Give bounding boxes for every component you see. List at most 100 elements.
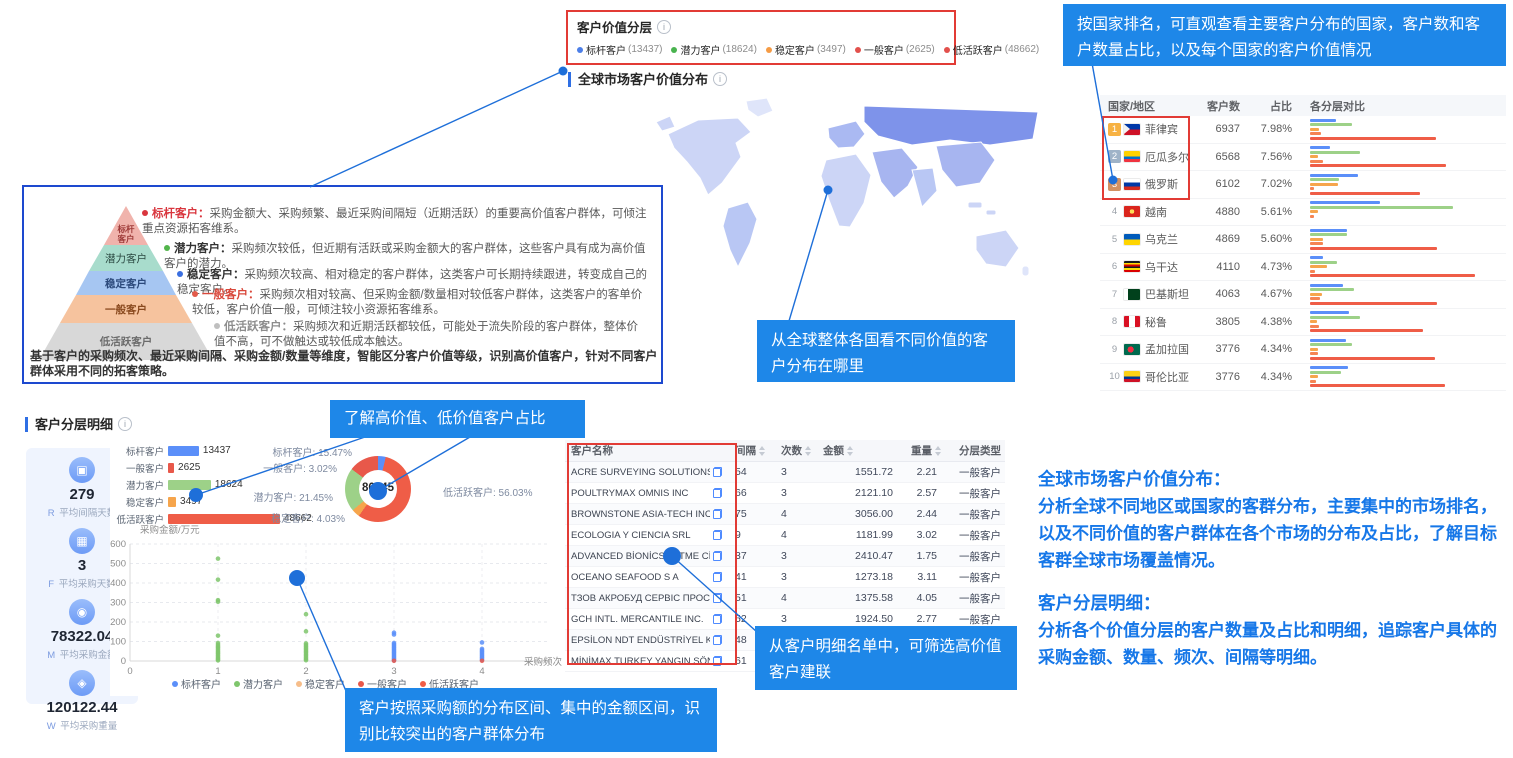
customer-name-cell[interactable]: BROWNSTONE ASIA-TECH INC.: [565, 509, 725, 520]
callout-donut: 了解高价值、低价值客户占比: [330, 400, 585, 438]
legend-item[interactable]: 一般客户(2625): [855, 42, 935, 57]
sort-icon[interactable]: [847, 446, 853, 456]
note-title: 客户分层明细：: [1038, 590, 1512, 617]
customer-interval: 66: [725, 487, 771, 499]
scatter-legend-item[interactable]: 标杆客户: [172, 676, 221, 691]
tier-bar: [1310, 183, 1338, 186]
bar-segment[interactable]: [168, 446, 199, 456]
legend-dot-icon: [855, 47, 861, 53]
country-name: 乌干达: [1145, 259, 1178, 275]
flag-icon-co: [1124, 371, 1140, 382]
scatter-point[interactable]: [304, 629, 309, 634]
bar-segment[interactable]: [168, 497, 176, 507]
y-tick-label: 100: [110, 637, 126, 648]
customer-header-1[interactable]: 间隔: [725, 443, 771, 458]
customer-name-cell[interactable]: ECOLOGIA Y CIENCIA SRL: [565, 530, 725, 541]
customer-weight: 2.21: [901, 466, 945, 478]
customer-weight: 1.75: [901, 550, 945, 562]
sort-icon[interactable]: [759, 446, 765, 456]
copy-icon[interactable]: [713, 656, 722, 666]
scatter-point[interactable]: [304, 612, 309, 617]
sort-icon[interactable]: [935, 446, 941, 456]
customer-name-cell[interactable]: ADVANCED BİONİCS İŞİTME CİHAZLARI TİCARE…: [565, 551, 725, 562]
copy-icon[interactable]: [713, 488, 722, 498]
country-name: 秘鲁: [1145, 314, 1167, 330]
annotation-notes: 全球市场客户价值分布：分析全球不同地区或国家的客群分布，主要集中的市场排名，以及…: [1038, 466, 1512, 687]
tier-bar: [1310, 352, 1318, 355]
legend-item[interactable]: 低活跃客户(48662): [944, 42, 1039, 57]
country-count: 6937: [1200, 123, 1250, 135]
bar-row: 潜力客户18624: [114, 479, 243, 490]
tier-bar: [1310, 192, 1420, 195]
copy-icon[interactable]: [713, 593, 722, 603]
copy-icon[interactable]: [713, 530, 722, 540]
bar-segment[interactable]: [168, 463, 174, 473]
customer-amount: 1273.18: [813, 571, 901, 583]
customer-name-cell[interactable]: GCH INTL. MERCANTILE INC.: [565, 614, 725, 625]
scatter-point[interactable]: [216, 599, 221, 604]
pyramid-desc-label: 一般客户：: [202, 289, 260, 301]
info-icon[interactable]: [118, 417, 132, 431]
pyramid-desc-label: 潜力客户：: [174, 243, 232, 255]
tier-bar: [1310, 238, 1323, 241]
rank-badge: 2: [1108, 150, 1121, 163]
legend-item[interactable]: 潜力客户(18624): [671, 42, 756, 57]
x-tick-label: 4: [479, 666, 484, 677]
legend-item[interactable]: 稳定客户(3497): [766, 42, 846, 57]
customer-times: 3: [771, 487, 813, 499]
scatter-point[interactable]: [480, 640, 485, 645]
scatter-point[interactable]: [216, 577, 221, 582]
detail-section-title: 客户分层明细: [25, 417, 132, 432]
country-count: 6568: [1200, 151, 1250, 163]
customer-name-cell[interactable]: ACRE SURVEYING SOLUTIONS PERU S A C AC: [565, 467, 725, 478]
copy-icon[interactable]: [713, 509, 722, 519]
scatter-point[interactable]: [392, 632, 397, 637]
tier-bar: [1310, 233, 1347, 236]
customer-header-4[interactable]: 重量: [901, 443, 945, 458]
bar-segment[interactable]: [168, 480, 211, 490]
bar-category-label: 潜力客户: [114, 478, 164, 492]
legend-dot-icon: [577, 47, 583, 53]
scatter-point[interactable]: [304, 658, 309, 663]
customer-row: ADVANCED BİONİCS İŞİTME CİHAZLARI TİCARE…: [565, 546, 1005, 567]
scatter-point[interactable]: [216, 556, 221, 561]
customer-name-cell[interactable]: MİNİMAX TURKEY YANGIN SÖNDÜRME SANAYİ VE…: [565, 656, 725, 667]
scatter-point[interactable]: [216, 633, 221, 638]
scatter-legend-item[interactable]: 潜力客户: [234, 676, 283, 691]
customer-name-cell[interactable]: EPSİLON NDT ENDÜSTRİYEL KONTROL SİSTEMLE…: [565, 635, 725, 646]
customer-interval: 37: [725, 550, 771, 562]
country-tier-bars: [1302, 255, 1506, 279]
scatter-point[interactable]: [480, 659, 485, 664]
customer-amount: 1375.58: [813, 592, 901, 604]
scatter-point[interactable]: [216, 658, 221, 663]
info-icon[interactable]: [657, 20, 671, 34]
legend-label: 潜力客户: [680, 42, 720, 57]
tier-bar: [1310, 316, 1360, 319]
scatter-legend-item[interactable]: 稳定客户: [296, 676, 345, 691]
country-header-count[interactable]: 客户数: [1200, 98, 1250, 114]
customer-header-2[interactable]: 次数: [771, 443, 813, 458]
copy-icon[interactable]: [713, 614, 722, 624]
customer-name-cell[interactable]: POULTRYMAX OMNIS INC: [565, 488, 725, 499]
scatter-point[interactable]: [392, 659, 397, 664]
x-tick-label: 0: [127, 666, 132, 677]
sort-asc-icon: [847, 446, 853, 450]
legend-count: (2625): [906, 44, 935, 55]
customer-header-3[interactable]: 金额: [813, 443, 901, 458]
country-header-name[interactable]: 国家/地区: [1108, 98, 1200, 114]
pyramid-desc: 低活跃客户：采购频次和近期活跃都较低，可能处于流失阶段的客户群体，整体价值不高，…: [214, 320, 638, 350]
country-header-pct[interactable]: 占比: [1250, 98, 1302, 114]
legend-item[interactable]: 标杆客户(13437): [577, 42, 662, 57]
customer-name-cell[interactable]: OCEANO SEAFOOD S A: [565, 572, 725, 583]
sort-icon[interactable]: [805, 446, 811, 456]
copy-icon[interactable]: [713, 551, 722, 561]
customer-table-header: 客户名称间隔次数金额重量分层类型: [565, 440, 1005, 462]
copy-icon[interactable]: [713, 635, 722, 645]
customer-name-cell[interactable]: ТЗОВ АКРОБУД СЕРВІС ПРОСП ПЕРЕМОГИ 91: [565, 593, 725, 604]
bullet-icon: [214, 323, 220, 329]
info-icon[interactable]: [713, 72, 727, 86]
copy-icon[interactable]: [713, 572, 722, 582]
bar-segment[interactable]: [168, 514, 280, 524]
customer-amount: 1181.99: [813, 529, 901, 541]
copy-icon[interactable]: [713, 467, 722, 477]
